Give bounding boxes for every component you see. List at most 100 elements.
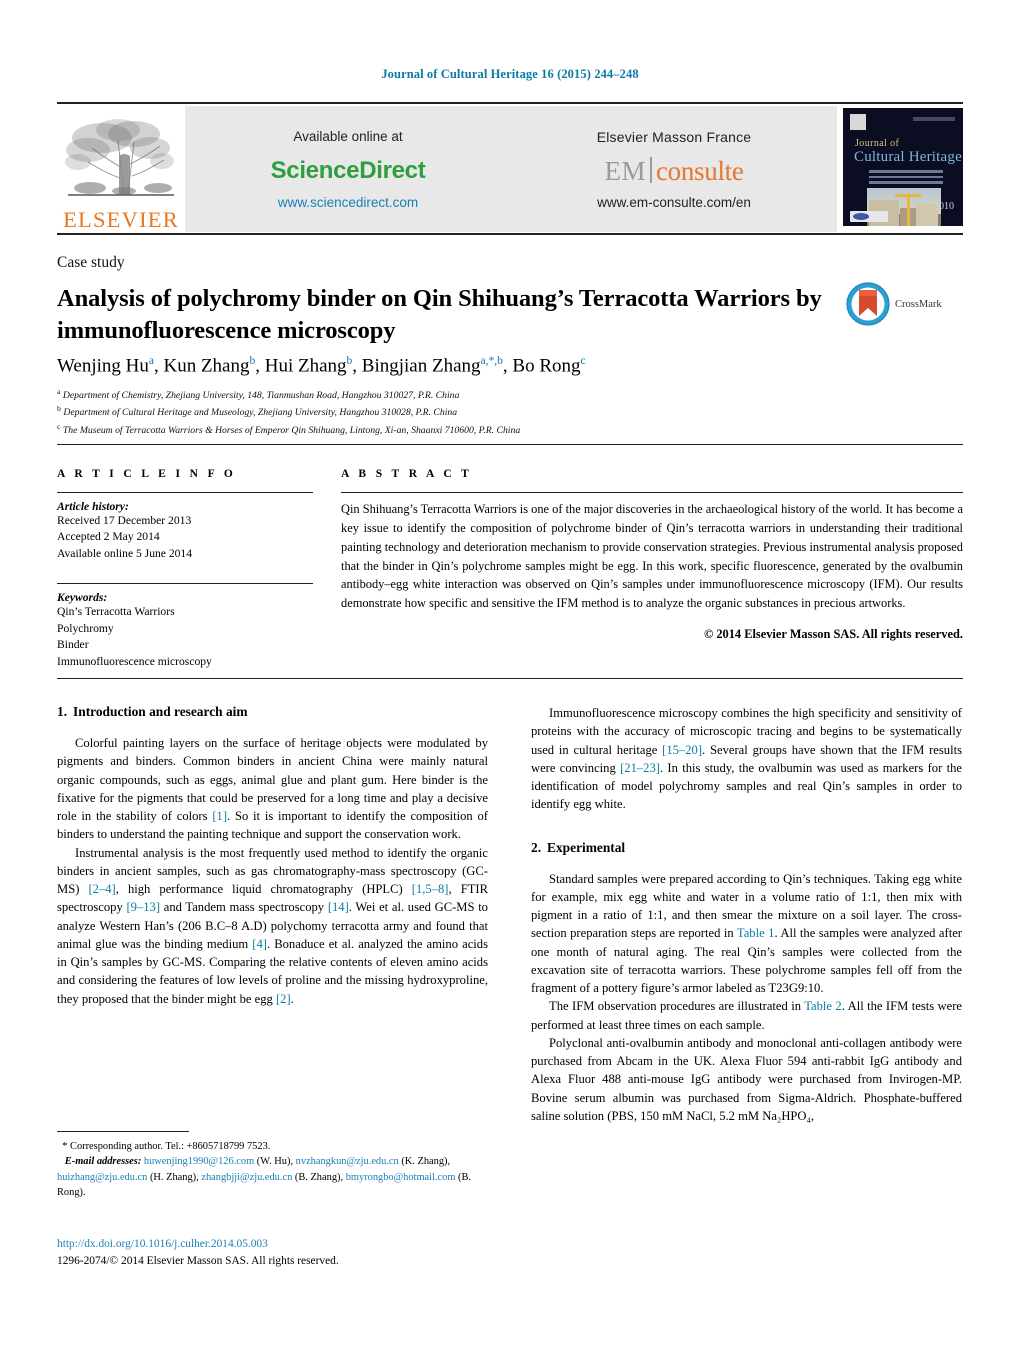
keywords-divider — [57, 583, 313, 585]
author-list: Wenjing Hua, Kun Zhangb, Hui Zhangb, Bin… — [57, 355, 586, 377]
article-history-label: Article history: — [57, 500, 129, 513]
paragraph: Polyclonal anti-ovalbumin antibody and m… — [531, 1035, 962, 1123]
paragraph-text: The IFM observation procedures are illus… — [549, 999, 805, 1014]
journal-cover-thumbnail: Journal of Cultural Heritage 2010 — [843, 108, 963, 226]
publisher-label: Elsevier Masson France — [596, 128, 752, 145]
email-owner: (H. Zhang), — [147, 1171, 199, 1183]
journal-running-head: Journal of Cultural Heritage 16 (2015) 2… — [381, 67, 639, 81]
available-online-label: Available online at — [293, 128, 403, 144]
article-info-column: A R T I C L E I N F O Article history: R… — [57, 468, 313, 670]
footnote-rule — [57, 1131, 189, 1132]
email-link[interactable]: nvzhangkun@zju.edu.cn — [296, 1156, 399, 1167]
sciencedirect-url[interactable]: www.sciencedirect.com — [278, 195, 418, 210]
corresponding-marker: * — [62, 1141, 68, 1152]
section-2-number: 2. — [531, 839, 542, 855]
history-item: Received 17 December 2013 — [57, 514, 192, 527]
cover-journal-word: Journal of — [855, 138, 900, 149]
citation-ref[interactable]: [2–4] — [88, 882, 115, 896]
doi-link[interactable]: http://dx.doi.org/10.1016/j.culher.2014.… — [57, 1236, 497, 1253]
affiliation-item: b Department of Cultural Heritage and Mu… — [57, 403, 520, 420]
banner-grey-panel: Available online at ScienceDirect www.sc… — [185, 106, 837, 232]
citation-ref[interactable]: [21–23] — [620, 761, 660, 775]
citation-ref[interactable]: [1] — [212, 809, 227, 823]
elsevier-tree-icon — [65, 118, 174, 196]
abstract-column: A B S T R A C T Qin Shihuang’s Terracott… — [341, 468, 963, 642]
section-1-heading: 1. Introduction and research aim — [57, 704, 488, 720]
email-link[interactable]: huizhang@zju.edu.cn — [57, 1172, 147, 1183]
em-logo-first: EM — [604, 155, 646, 186]
citation-ref[interactable]: [15–20] — [662, 743, 702, 757]
email-owner: (K. Zhang), — [398, 1156, 451, 1168]
citation-ref[interactable]: [9–13] — [126, 900, 160, 914]
paragraph-text: and Tandem mass spectroscopy — [160, 900, 328, 915]
sciencedirect-wordmark: ScienceDirect — [270, 156, 426, 184]
cover-bottom-badge — [850, 211, 888, 222]
affiliation-text: Department of Cultural Heritage and Muse… — [63, 407, 458, 419]
affiliation-text: The Museum of Terracotta Warriors & Hors… — [62, 424, 521, 436]
cover-title: Cultural Heritage — [854, 149, 962, 166]
cover-topright-text — [913, 117, 955, 121]
paragraph: Standard samples were prepared according… — [531, 870, 962, 998]
paragraph-text: , high performance liquid chromatography… — [115, 882, 412, 896]
right-column: Immunofluorescence microscopy combines t… — [531, 704, 962, 1125]
cover-elsevier-mark — [850, 114, 866, 130]
section-1-number: 1. — [57, 704, 68, 719]
info-section-rule-top — [57, 444, 963, 445]
publisher-banner: ELSEVIER Available online at ScienceDire… — [57, 106, 963, 232]
article-info-heading: A R T I C L E I N F O — [57, 468, 237, 480]
keyword-item: Qin’s Terracotta Warriors — [57, 605, 175, 619]
email-link[interactable]: huwenjing1990@126.com — [144, 1156, 254, 1167]
abstract-text: Qin Shihuang’s Terracotta Warriors is on… — [341, 502, 963, 611]
email-addresses-label: E-mail addresses: — [64, 1156, 142, 1168]
abstract-divider — [341, 492, 963, 493]
citation-ref[interactable]: [14] — [328, 900, 349, 914]
issn-copyright-line: 1296-2074/© 2014 Elsevier Masson SAS. Al… — [57, 1255, 339, 1268]
crossmark-icon — [846, 282, 890, 326]
cover-subtitle-lines — [869, 170, 943, 187]
elsevier-logo: ELSEVIER — [57, 106, 185, 232]
keyword-item: Polychromy — [57, 621, 114, 635]
history-item: Accepted 2 May 2014 — [57, 530, 160, 544]
citation-ref[interactable]: Table 1 — [737, 926, 775, 940]
email-owner: (B. Zhang), — [292, 1171, 344, 1183]
cover-title-text: Cultural Heritage — [854, 149, 962, 165]
affiliation-item: c The Museum of Terracotta Warriors & Ho… — [57, 421, 520, 438]
affiliation-mark: b — [57, 404, 61, 414]
body-columns: 1. Introduction and research aim Colorful… — [57, 704, 963, 1125]
affiliation-item: a Department of Chemistry, Zhejiang Univ… — [57, 386, 520, 403]
citation-ref[interactable]: Table 2 — [804, 999, 842, 1013]
page-title: Analysis of polychromy binder on Qin Shi… — [57, 285, 822, 344]
citation-ref[interactable]: [4] — [252, 937, 267, 951]
email-link[interactable]: bmyrongbo@hotmail.com — [346, 1172, 456, 1183]
paragraph: Immunofluorescence microscopy combines t… — [531, 704, 962, 814]
sciencedirect-block: Available online at ScienceDirect www.sc… — [185, 106, 511, 232]
paper-page: Journal of Cultural Heritage 16 (2015) 2… — [0, 0, 1020, 1351]
section-1-title: Introduction and research aim — [73, 704, 248, 719]
crossmark-badge[interactable]: CrossMark — [845, 276, 965, 332]
history-item: Available online 5 June 2014 — [57, 546, 193, 560]
header-rule-top — [57, 102, 963, 104]
footnote-block: * Corresponding author. Tel.: +860571879… — [57, 1139, 497, 1201]
paragraph: The IFM observation procedures are illus… — [531, 997, 962, 1034]
abstract-heading: A B S T R A C T — [341, 468, 473, 480]
abstract-copyright: © 2014 Elsevier Masson SAS. All rights r… — [703, 627, 963, 642]
em-logo-second: consulte — [655, 155, 744, 186]
paragraph-text: . — [290, 991, 294, 1006]
cover-year: 2010 — [934, 201, 954, 212]
affiliation-mark: a — [57, 387, 61, 396]
affiliation-text: Department of Chemistry, Zhejiang Univer… — [62, 390, 460, 402]
em-consulte-url[interactable]: www.em-consulte.com/en — [597, 195, 751, 210]
left-column: 1. Introduction and research aim Colorful… — [57, 704, 488, 1125]
em-consulte-block: Elsevier Masson France EM consulte www.e… — [511, 106, 837, 232]
section-2-title: Experimental — [547, 839, 626, 855]
info-section-rule-bottom — [57, 678, 963, 679]
citation-ref[interactable]: [1,5–8] — [412, 882, 449, 896]
keywords-label: Keywords: — [57, 591, 108, 605]
email-link[interactable]: zhangbjji@zju.edu.cn — [201, 1172, 292, 1183]
email-addresses-line: E-mail addresses: huwenjing1990@126.com … — [57, 1154, 497, 1200]
citation-ref[interactable]: [2] — [276, 992, 291, 1006]
header-rule-bottom — [57, 233, 963, 235]
paragraph: Instrumental analysis is the most freque… — [57, 844, 488, 1008]
elsevier-wordmark: ELSEVIER — [63, 206, 179, 232]
keywords-block: Keywords: Qin’s Terracotta Warriors Poly… — [57, 583, 313, 670]
